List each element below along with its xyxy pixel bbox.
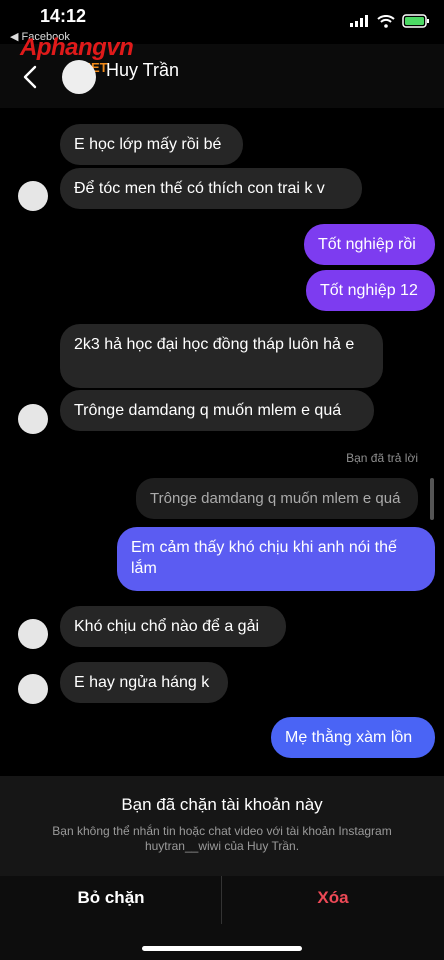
header-avatar[interactable] — [62, 60, 96, 94]
message-outgoing[interactable]: Tốt nghiệp 12 — [306, 270, 435, 311]
contact-name[interactable]: Huy Trần — [106, 60, 179, 81]
contact-avatar[interactable] — [18, 674, 48, 704]
message-incoming[interactable]: Khó chịu chổ nào để a gải — [60, 606, 286, 647]
contact-avatar[interactable] — [18, 181, 48, 211]
contact-avatar[interactable] — [18, 404, 48, 434]
message-incoming[interactable]: 2k3 hả học đại học đồng tháp luôn hả e — [60, 324, 383, 388]
status-time: 14:12 — [40, 6, 87, 26]
message-outgoing[interactable]: Em cảm thấy khó chịu khi anh nói thế lắm — [117, 527, 435, 591]
blocked-description: Bạn không thể nhắn tin hoặc chat video v… — [52, 824, 392, 853]
home-indicator[interactable] — [142, 946, 302, 951]
wifi-icon — [377, 14, 395, 28]
quoted-reply[interactable]: Trônge damdang q muốn mlem e quá — [136, 478, 418, 519]
back-chevron-icon[interactable] — [16, 62, 46, 92]
message-outgoing[interactable]: Mẹ thằng xàm lồn — [271, 717, 435, 758]
signal-icon — [350, 15, 368, 27]
reply-indicator-bar — [430, 478, 434, 520]
message-incoming[interactable]: E hay ngửa háng k — [60, 662, 228, 703]
battery-icon — [402, 14, 429, 28]
message-outgoing[interactable]: Tốt nghiệp rồi — [304, 224, 435, 265]
message-incoming[interactable]: E học lớp mấy rồi bé — [60, 124, 243, 165]
delete-button[interactable]: Xóa — [222, 880, 444, 916]
unblock-button[interactable]: Bỏ chặn — [0, 880, 222, 916]
blocked-title: Bạn đã chặn tài khoản này — [121, 795, 323, 814]
message-incoming[interactable]: Để tóc men thế có thích con trai k v — [60, 168, 362, 209]
watermark-logo: Aphangvn — [20, 34, 134, 61]
reply-label: Bạn đã trả lời — [346, 451, 418, 465]
message-incoming[interactable]: Trônge damdang q muốn mlem e quá — [60, 390, 374, 431]
status-icons — [350, 14, 430, 28]
contact-avatar[interactable] — [18, 619, 48, 649]
